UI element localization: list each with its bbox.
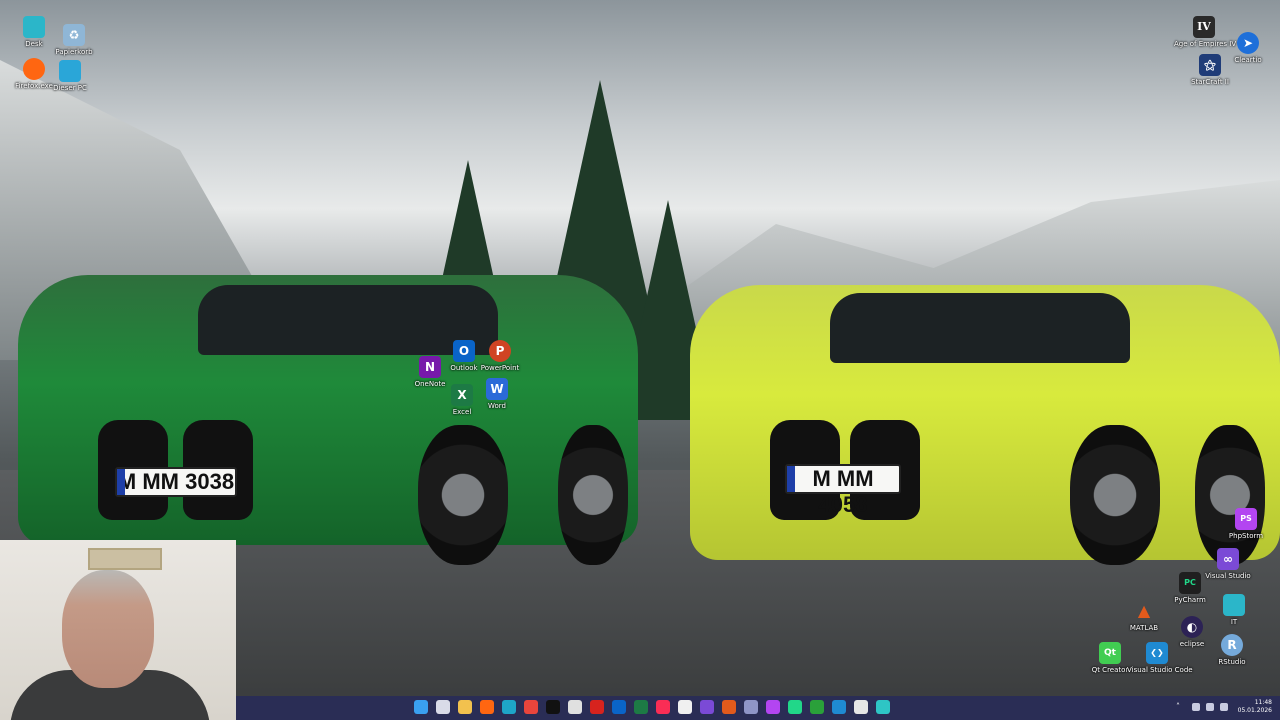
icon-label: Visual Studio Code (1127, 666, 1193, 674)
powerpoint-icon: P (489, 340, 511, 362)
desktop-icon-powerpoint[interactable]: P PowerPoint (470, 340, 530, 372)
eclipse-icon: ◐ (1181, 616, 1203, 638)
eu-band (117, 469, 125, 495)
firefox-icon[interactable] (480, 700, 494, 714)
photos-icon[interactable] (678, 700, 692, 714)
github-icon[interactable] (854, 700, 868, 714)
edge-icon[interactable] (502, 700, 516, 714)
computer-icon (59, 60, 81, 82)
app-icon[interactable] (568, 700, 582, 714)
desktop-icon-vscode[interactable]: ❮❯ Visual Studio Code (1127, 642, 1193, 674)
green-car (18, 275, 638, 565)
windshield (830, 293, 1130, 363)
wheel (418, 425, 508, 565)
qt-creator-icon: Qt (1099, 642, 1121, 664)
desktop-icon-phpstorm[interactable]: PS PhpStorm (1216, 508, 1276, 540)
icon-label: PhpStorm (1228, 532, 1264, 540)
settings-icon[interactable] (744, 700, 758, 714)
wheel (1070, 425, 1160, 565)
license-plate-left: M MM 3038 (115, 467, 237, 497)
yellow-car (690, 285, 1280, 565)
rstudio-icon: R (1221, 634, 1243, 656)
windows-start-icon[interactable] (414, 700, 428, 714)
folder-teal-icon (1223, 594, 1245, 616)
phpstorm-icon[interactable] (766, 700, 780, 714)
taskbar-clock[interactable]: 11:48 05.01.2026 (1238, 699, 1272, 715)
task-view-icon[interactable] (436, 700, 450, 714)
icon-label: StarCraft II (1191, 78, 1229, 86)
icon-label: RStudio (1218, 658, 1246, 666)
file-explorer-icon[interactable] (458, 700, 472, 714)
icon-label: Papierkorb (55, 48, 93, 56)
age-of-empires-icon: IV (1193, 16, 1215, 38)
recycle-bin-icon: ♻ (63, 24, 85, 46)
desktop-icon-starcraft[interactable]: ⚝ StarCraft II (1180, 54, 1240, 86)
pycharm-icon[interactable] (788, 700, 802, 714)
tv-icon[interactable] (546, 700, 560, 714)
wheel (1195, 425, 1265, 565)
network-icon[interactable] (1206, 703, 1214, 711)
picture-frame (88, 548, 162, 570)
icon-label: PowerPoint (480, 364, 520, 372)
matlab-icon: ▲ (1137, 601, 1151, 620)
phpstorm-icon: PS (1235, 508, 1257, 530)
icon-label: Word (488, 402, 506, 410)
visual-studio-icon: ∞ (1217, 548, 1239, 570)
person-head (62, 570, 154, 688)
eu-band (787, 466, 795, 492)
plate-text: M MM 3038 (117, 469, 235, 494)
taskbar: ˄ 11:48 05.01.2026 (236, 696, 1280, 720)
desktop-icon-this-pc[interactable]: Dieser PC (40, 60, 100, 92)
excel-icon[interactable] (634, 700, 648, 714)
clock-time: 11:48 (1254, 699, 1272, 706)
network-app-icon[interactable] (876, 700, 890, 714)
plate-text: M MM 4058 (812, 466, 874, 517)
music-icon[interactable] (656, 700, 670, 714)
chevron-up-icon[interactable]: ˄ (1176, 703, 1184, 711)
vscode-icon[interactable] (832, 700, 846, 714)
xbox-icon[interactable] (810, 700, 824, 714)
volume-icon[interactable] (1220, 703, 1228, 711)
clock-date: 05.01.2026 (1237, 707, 1272, 714)
system-tray: ˄ 11:48 05.01.2026 (1170, 696, 1280, 720)
icon-label: Dieser PC (53, 84, 87, 92)
starcraft-icon: ⚝ (1199, 54, 1221, 76)
outlook-icon[interactable] (612, 700, 626, 714)
matlab-icon[interactable] (722, 700, 736, 714)
wheel (558, 425, 628, 565)
vscode-icon: ❮❯ (1146, 642, 1168, 664)
desktop-icon-word[interactable]: W Word (467, 378, 527, 410)
chrome-icon[interactable] (524, 700, 538, 714)
cleartio-icon: ➤ (1237, 32, 1259, 54)
pycharm-icon: PC (1179, 572, 1201, 594)
word-icon: W (486, 378, 508, 400)
desktop-icon-rstudio[interactable]: R RStudio (1202, 634, 1262, 666)
license-plate-right: M MM 4058 (785, 464, 901, 517)
folder-teal-icon (23, 16, 45, 38)
webcam-overlay (0, 540, 236, 720)
acrobat-icon[interactable] (590, 700, 604, 714)
visual-studio-icon[interactable] (700, 700, 714, 714)
desktop-icon-recycle-bin[interactable]: ♻ Papierkorb (44, 24, 104, 56)
microphone-icon[interactable] (1192, 703, 1200, 711)
